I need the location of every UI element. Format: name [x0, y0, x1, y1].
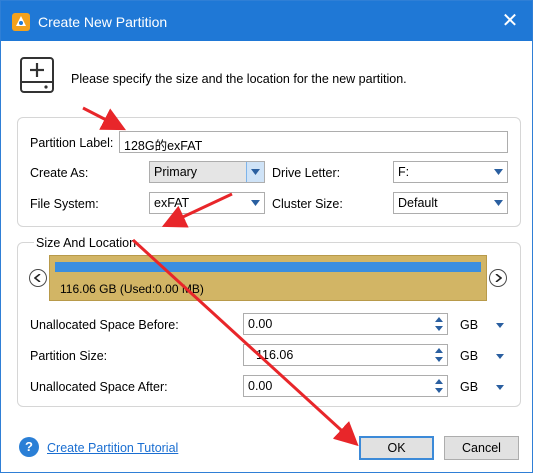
unallocated-after-input[interactable]: 0.00: [243, 375, 448, 397]
unit-dropdown-icon[interactable]: [495, 352, 505, 362]
spin-up-icon[interactable]: [435, 317, 443, 322]
partition-size-bar[interactable]: 116.06 GB (Used:0.00 MB): [49, 255, 487, 301]
unallocated-after-spinner[interactable]: [431, 376, 447, 396]
spin-up-icon[interactable]: [435, 379, 443, 384]
unit-label: GB: [460, 380, 479, 394]
help-glyph: ?: [25, 439, 33, 454]
unallocated-after-label: Unallocated Space After:: [30, 380, 168, 394]
spin-down-icon[interactable]: [435, 326, 443, 331]
file-system-dropdown[interactable]: exFAT: [149, 192, 265, 214]
create-as-value: Primary: [154, 165, 198, 179]
unit-label: GB: [460, 318, 479, 332]
cancel-button[interactable]: Cancel: [444, 436, 519, 460]
file-system-value: exFAT: [154, 196, 190, 210]
unallocated-before-spinner[interactable]: [431, 314, 447, 334]
drive-letter-label: Drive Letter:: [272, 166, 341, 180]
file-system-label: File System:: [30, 197, 99, 211]
size-location-title: Size And Location: [34, 236, 139, 250]
partition-size-input[interactable]: 116.06: [243, 344, 448, 366]
partition-label-label: Partition Label:: [30, 136, 114, 150]
move-left-button[interactable]: [29, 269, 47, 287]
spin-down-icon[interactable]: [435, 357, 443, 362]
spin-up-icon[interactable]: [435, 348, 443, 353]
unallocated-before-input[interactable]: 0.00: [243, 313, 448, 335]
title-bar: Create New Partition ✕: [1, 1, 532, 41]
chevron-down-icon: [490, 162, 507, 182]
cluster-size-label: Cluster Size:: [272, 197, 343, 211]
unit-label: GB: [460, 349, 479, 363]
unallocated-before-value: 0.00: [248, 317, 273, 331]
partition-size-label: Partition Size:: [30, 349, 108, 363]
tutorial-link[interactable]: Create Partition Tutorial: [47, 441, 178, 455]
ok-button[interactable]: OK: [359, 436, 434, 460]
instruction-text: Please specify the size and the location…: [71, 72, 407, 86]
partition-size-spinner[interactable]: [431, 345, 447, 365]
app-icon: [12, 13, 30, 31]
create-as-dropdown[interactable]: Primary: [149, 161, 265, 183]
partition-size-value: 116.06: [256, 348, 294, 362]
unallocated-before-label: Unallocated Space Before:: [30, 318, 179, 332]
create-as-label: Create As:: [30, 166, 89, 180]
partition-label-value: 128G的exFAT: [124, 139, 203, 153]
spin-down-icon[interactable]: [435, 388, 443, 393]
move-right-button[interactable]: [489, 269, 507, 287]
unallocated-after-value: 0.00: [248, 379, 273, 393]
chevron-left-icon: [34, 274, 41, 282]
dialog-title: Create New Partition: [38, 14, 168, 30]
drive-letter-dropdown[interactable]: F:: [393, 161, 508, 183]
close-icon: ✕: [501, 10, 519, 32]
disk-size-text: 116.06 GB (Used:0.00 MB): [60, 282, 204, 296]
chevron-down-icon: [246, 162, 264, 182]
unit-dropdown-icon[interactable]: [495, 321, 505, 331]
partition-fill: [55, 262, 481, 272]
create-partition-dialog: Create New Partition ✕ Please specify th…: [0, 0, 533, 473]
close-button[interactable]: ✕: [488, 1, 532, 41]
new-partition-icon: [20, 57, 54, 93]
chevron-down-icon: [490, 193, 507, 213]
cluster-size-dropdown[interactable]: Default: [393, 192, 508, 214]
partition-label-input[interactable]: 128G的exFAT: [119, 131, 508, 153]
chevron-right-icon: [495, 274, 502, 282]
chevron-down-icon: [247, 193, 264, 213]
cluster-size-value: Default: [398, 196, 438, 210]
drive-letter-value: F:: [398, 165, 410, 179]
help-icon[interactable]: ?: [19, 437, 39, 457]
unit-dropdown-icon[interactable]: [495, 383, 505, 393]
